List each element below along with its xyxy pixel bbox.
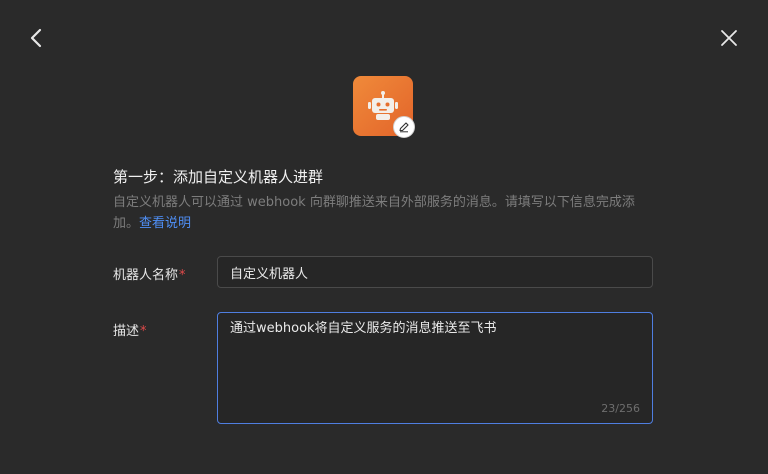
description-textarea[interactable]: 通过webhook将自定义服务的消息推送至飞书 xyxy=(218,313,652,423)
description-field: 通过webhook将自定义服务的消息推送至飞书 23/256 xyxy=(217,312,653,424)
bot-name-input[interactable] xyxy=(217,256,653,288)
char-counter: 23/256 xyxy=(601,402,640,415)
back-button[interactable] xyxy=(26,26,48,50)
required-mark: * xyxy=(140,324,147,339)
pencil-icon xyxy=(399,122,409,133)
close-icon xyxy=(721,30,737,46)
bot-avatar[interactable] xyxy=(353,76,415,138)
close-button[interactable] xyxy=(718,27,740,49)
step-description-text: 自定义机器人可以通过 webhook 向群聊推送来自外部服务的消息。请填写以下信… xyxy=(113,195,635,231)
chevron-left-icon xyxy=(30,28,42,48)
description-field-label: 描述* xyxy=(113,320,147,339)
description-label-text: 描述 xyxy=(113,324,140,339)
required-mark: * xyxy=(179,268,186,283)
step-title: 第一步：添加自定义机器人进群 xyxy=(113,168,324,186)
view-instructions-link[interactable]: 查看说明 xyxy=(139,216,191,231)
name-field-label: 机器人名称* xyxy=(113,264,186,283)
edit-avatar-button[interactable] xyxy=(393,116,415,138)
step-description: 自定义机器人可以通过 webhook 向群聊推送来自外部服务的消息。请填写以下信… xyxy=(113,192,648,234)
name-label-text: 机器人名称 xyxy=(113,268,179,283)
